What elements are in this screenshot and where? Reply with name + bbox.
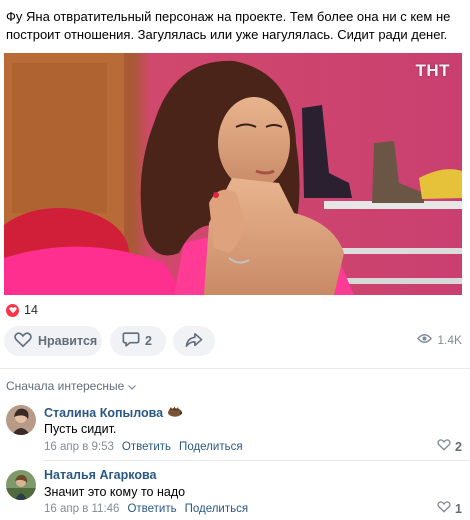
comment-text: Пусть сидит. bbox=[44, 422, 117, 436]
comment-divider bbox=[44, 460, 470, 461]
avatar[interactable] bbox=[6, 470, 36, 500]
hedgehog-emoji-icon bbox=[167, 406, 183, 420]
post-photo[interactable]: ТНТ bbox=[4, 53, 462, 295]
comment-author[interactable]: Сталина Копылова bbox=[44, 406, 183, 420]
divider bbox=[0, 368, 470, 369]
share-button[interactable] bbox=[173, 326, 215, 356]
author-name: Сталина Копылова bbox=[44, 406, 164, 420]
comment-likes-count: 1 bbox=[455, 501, 462, 516]
chevron-down-icon bbox=[128, 379, 137, 393]
reply-link[interactable]: Ответить bbox=[122, 441, 171, 453]
comment-button[interactable]: 2 bbox=[110, 326, 166, 356]
comment-likes-count: 2 bbox=[455, 439, 462, 454]
comment-icon bbox=[122, 331, 140, 351]
likes-count: 14 bbox=[24, 303, 38, 317]
eye-icon bbox=[417, 333, 433, 347]
share-link[interactable]: Поделиться bbox=[179, 441, 243, 453]
comment-meta: 16 апр в 9:53 Ответить Поделиться bbox=[44, 441, 243, 453]
comment-like-button[interactable]: 2 bbox=[437, 439, 462, 454]
comments-count: 2 bbox=[145, 334, 152, 348]
comment-text: Значит это кому то надо bbox=[44, 485, 186, 499]
heart-outline-icon bbox=[437, 501, 451, 516]
share-icon bbox=[185, 332, 203, 351]
photo-illustration bbox=[4, 53, 462, 295]
comments-sort-dropdown[interactable]: Сначала интересные bbox=[6, 379, 137, 393]
sort-label: Сначала интересные bbox=[6, 379, 125, 393]
views-counter: 1.4K bbox=[417, 333, 462, 347]
like-button-label: Нравится bbox=[38, 334, 98, 348]
comment-like-button[interactable]: 1 bbox=[437, 501, 462, 516]
post-text: Фу Яна отвратительный персонаж на проект… bbox=[6, 9, 451, 42]
post-actions: Нравится 2 1.4K bbox=[4, 326, 466, 356]
comment-date[interactable]: 16 апр в 11:46 bbox=[44, 503, 119, 515]
heart-outline-icon bbox=[437, 439, 451, 454]
avatar[interactable] bbox=[6, 405, 36, 435]
share-link[interactable]: Поделиться bbox=[185, 503, 249, 515]
channel-logo: ТНТ bbox=[415, 61, 450, 80]
reply-link[interactable]: Ответить bbox=[127, 503, 176, 515]
comment-item: Наталья Агаркова Значит это кому то надо… bbox=[0, 462, 470, 520]
comment-meta: 16 апр в 11:46 Ответить Поделиться bbox=[44, 503, 248, 515]
views-count: 1.4K bbox=[437, 333, 462, 347]
like-button[interactable]: Нравится bbox=[4, 326, 102, 356]
comment-item: Сталина Копылова Пусть сидит. 16 апр в 9… bbox=[0, 400, 470, 460]
author-name: Наталья Агаркова bbox=[44, 468, 157, 482]
heart-outline-icon bbox=[14, 331, 32, 351]
comment-date[interactable]: 16 апр в 9:53 bbox=[44, 441, 114, 453]
likes-summary[interactable]: 14 bbox=[6, 303, 38, 317]
heart-icon bbox=[6, 303, 19, 317]
comment-author[interactable]: Наталья Агаркова bbox=[44, 468, 156, 482]
